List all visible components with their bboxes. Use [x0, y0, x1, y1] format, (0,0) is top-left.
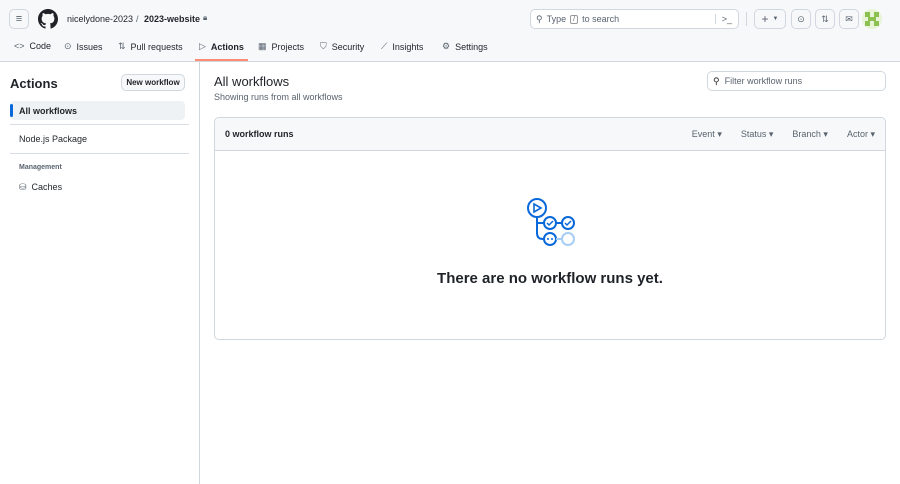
filter-event[interactable]: Event ▾	[692, 129, 722, 140]
database-icon: ⛁	[19, 182, 27, 192]
filter-branch[interactable]: Branch ▾	[792, 129, 828, 140]
tab-insights[interactable]: ⟋ Insights	[381, 41, 423, 52]
sidebar-item-caches[interactable]: ⛁ Caches	[19, 182, 62, 193]
github-logo-icon[interactable]	[38, 9, 58, 29]
create-new-button[interactable]: + ▼	[754, 9, 786, 29]
tab-pull-requests[interactable]: ⇅ Pull requests	[118, 41, 183, 52]
issue-icon: ⊙	[797, 13, 805, 24]
divider	[746, 12, 747, 26]
pull-requests-button[interactable]: ⇅	[815, 9, 835, 29]
avatar-image-icon	[865, 12, 879, 26]
tab-projects[interactable]: ▦ Projects	[258, 41, 304, 52]
divider	[10, 124, 189, 125]
tab-actions[interactable]: ▷ Actions	[199, 41, 244, 52]
tab-security[interactable]: ⛉ Security	[320, 41, 364, 52]
panel-header: 0 workflow runs Event ▾ Status ▾ Branch …	[215, 118, 885, 151]
avatar[interactable]	[862, 9, 882, 29]
active-indicator	[10, 104, 13, 117]
header: ≡ nicelydone-2023 / 2023-website 🔒︎ ⚲ Ty…	[0, 0, 900, 62]
new-workflow-button[interactable]: New workflow	[121, 74, 185, 91]
search-icon: ⚲	[536, 13, 543, 24]
inbox-button[interactable]: ✉	[839, 9, 859, 29]
owner-link[interactable]: nicelydone-2023	[67, 14, 133, 24]
issues-button[interactable]: ⊙	[791, 9, 811, 29]
page-subtitle: Showing runs from all workflows	[214, 92, 343, 102]
empty-state-message: There are no workflow runs yet.	[437, 270, 663, 287]
breadcrumb-separator: /	[136, 14, 139, 24]
repo-link[interactable]: 2023-website	[144, 14, 200, 24]
menu-button[interactable]: ≡	[9, 9, 29, 29]
caret-down-icon: ▼	[772, 16, 779, 22]
issue-icon: ⊙	[64, 41, 72, 51]
active-tab-indicator	[195, 59, 248, 61]
filter-status[interactable]: Status ▾	[741, 129, 774, 140]
sidebar: Actions New workflow All workflows Node.…	[0, 62, 200, 484]
pull-request-icon: ⇅	[821, 13, 829, 24]
sidebar-title: Actions	[10, 76, 58, 91]
divider	[10, 153, 189, 154]
gear-icon: ⚙	[442, 41, 451, 51]
pull-request-icon: ⇅	[118, 41, 126, 51]
search-input[interactable]: ⚲ Type / to search >_	[530, 9, 739, 29]
workflow-runs-panel: 0 workflow runs Event ▾ Status ▾ Branch …	[214, 117, 886, 340]
lock-icon: 🔒︎	[203, 13, 208, 22]
shield-icon: ⛉	[320, 41, 327, 51]
sidebar-item-all-workflows[interactable]: All workflows	[10, 101, 185, 120]
command-palette-icon[interactable]: >_	[714, 14, 732, 24]
filter-actor[interactable]: Actor ▾	[847, 129, 875, 140]
tab-settings[interactable]: ⚙ Settings	[442, 41, 488, 52]
play-icon: ▷	[199, 41, 206, 51]
page-title: All workflows	[214, 74, 290, 89]
management-heading: Management	[19, 164, 62, 171]
code-icon: <>	[14, 41, 25, 51]
tab-code[interactable]: <> Code	[14, 41, 51, 51]
workflow-empty-state-icon	[527, 198, 575, 246]
table-icon: ▦	[258, 41, 267, 51]
inbox-icon: ✉	[845, 13, 853, 24]
search-icon: ⚲	[713, 75, 720, 86]
graph-icon: ⟋	[381, 41, 388, 51]
filter-workflow-runs-input[interactable]: ⚲ Filter workflow runs	[707, 71, 886, 91]
tab-issues[interactable]: ⊙ Issues	[64, 41, 103, 52]
hamburger-icon: ≡	[15, 13, 23, 25]
runs-count: 0 workflow runs	[225, 129, 294, 139]
shortcut-key: /	[570, 14, 579, 24]
sidebar-item-nodejs-package[interactable]: Node.js Package	[19, 134, 87, 144]
